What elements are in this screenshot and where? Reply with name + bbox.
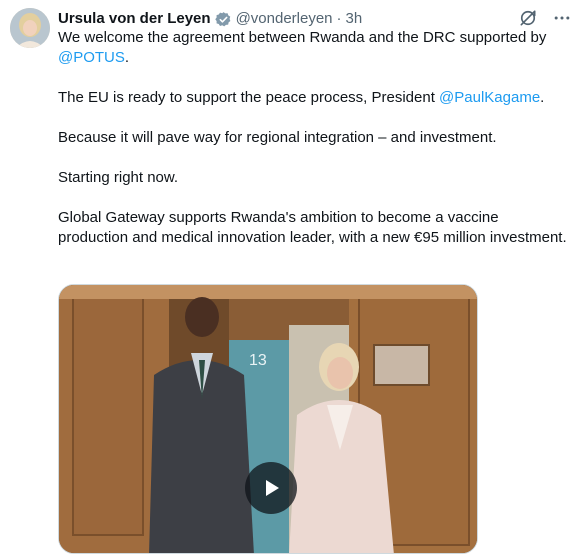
tweet-paragraph-5: Global Gateway supports Rwanda's ambitio… — [58, 209, 567, 246]
tweet[interactable]: Ursula von der Leyen @vonderleyen · 3h W… — [0, 0, 584, 554]
tweet-paragraph-3: Because it will pave way for regional in… — [58, 129, 497, 146]
tweet-text-segment: The EU is ready to support the peace pro… — [58, 89, 440, 106]
grok-icon[interactable] — [518, 8, 538, 28]
play-icon — [266, 480, 279, 496]
tweet-timestamp[interactable]: 3h — [346, 9, 363, 29]
author-handle[interactable]: @vonderleyen — [236, 9, 333, 29]
tweet-text-segment: We welcome the agreement between Rwanda … — [58, 29, 547, 46]
tweet-text: We welcome the agreement between Rwanda … — [58, 28, 568, 248]
mention-potus-link[interactable]: @POTUS — [58, 49, 125, 66]
tweet-header: Ursula von der Leyen @vonderleyen · 3h — [58, 8, 572, 30]
author-avatar[interactable] — [10, 8, 50, 48]
header-separator: · — [336, 10, 342, 27]
tweet-paragraph-1: We welcome the agreement between Rwanda … — [58, 28, 568, 68]
avatar-image — [10, 8, 50, 48]
tweet-paragraph-4: Starting right now. — [58, 169, 179, 186]
more-icon[interactable] — [552, 8, 572, 28]
header-actions — [518, 8, 572, 28]
tweet-text-segment: . — [124, 49, 130, 66]
play-button[interactable] — [245, 462, 297, 514]
mention-kagame-link[interactable]: @PaulKagame — [439, 89, 540, 106]
author-name[interactable]: Ursula von der Leyen — [58, 9, 211, 29]
verified-badge-icon[interactable] — [214, 11, 232, 28]
sign-number: 13 — [249, 352, 267, 369]
tweet-paragraph-2: The EU is ready to support the peace pro… — [58, 88, 568, 108]
tweet-text-segment: . — [540, 89, 545, 106]
